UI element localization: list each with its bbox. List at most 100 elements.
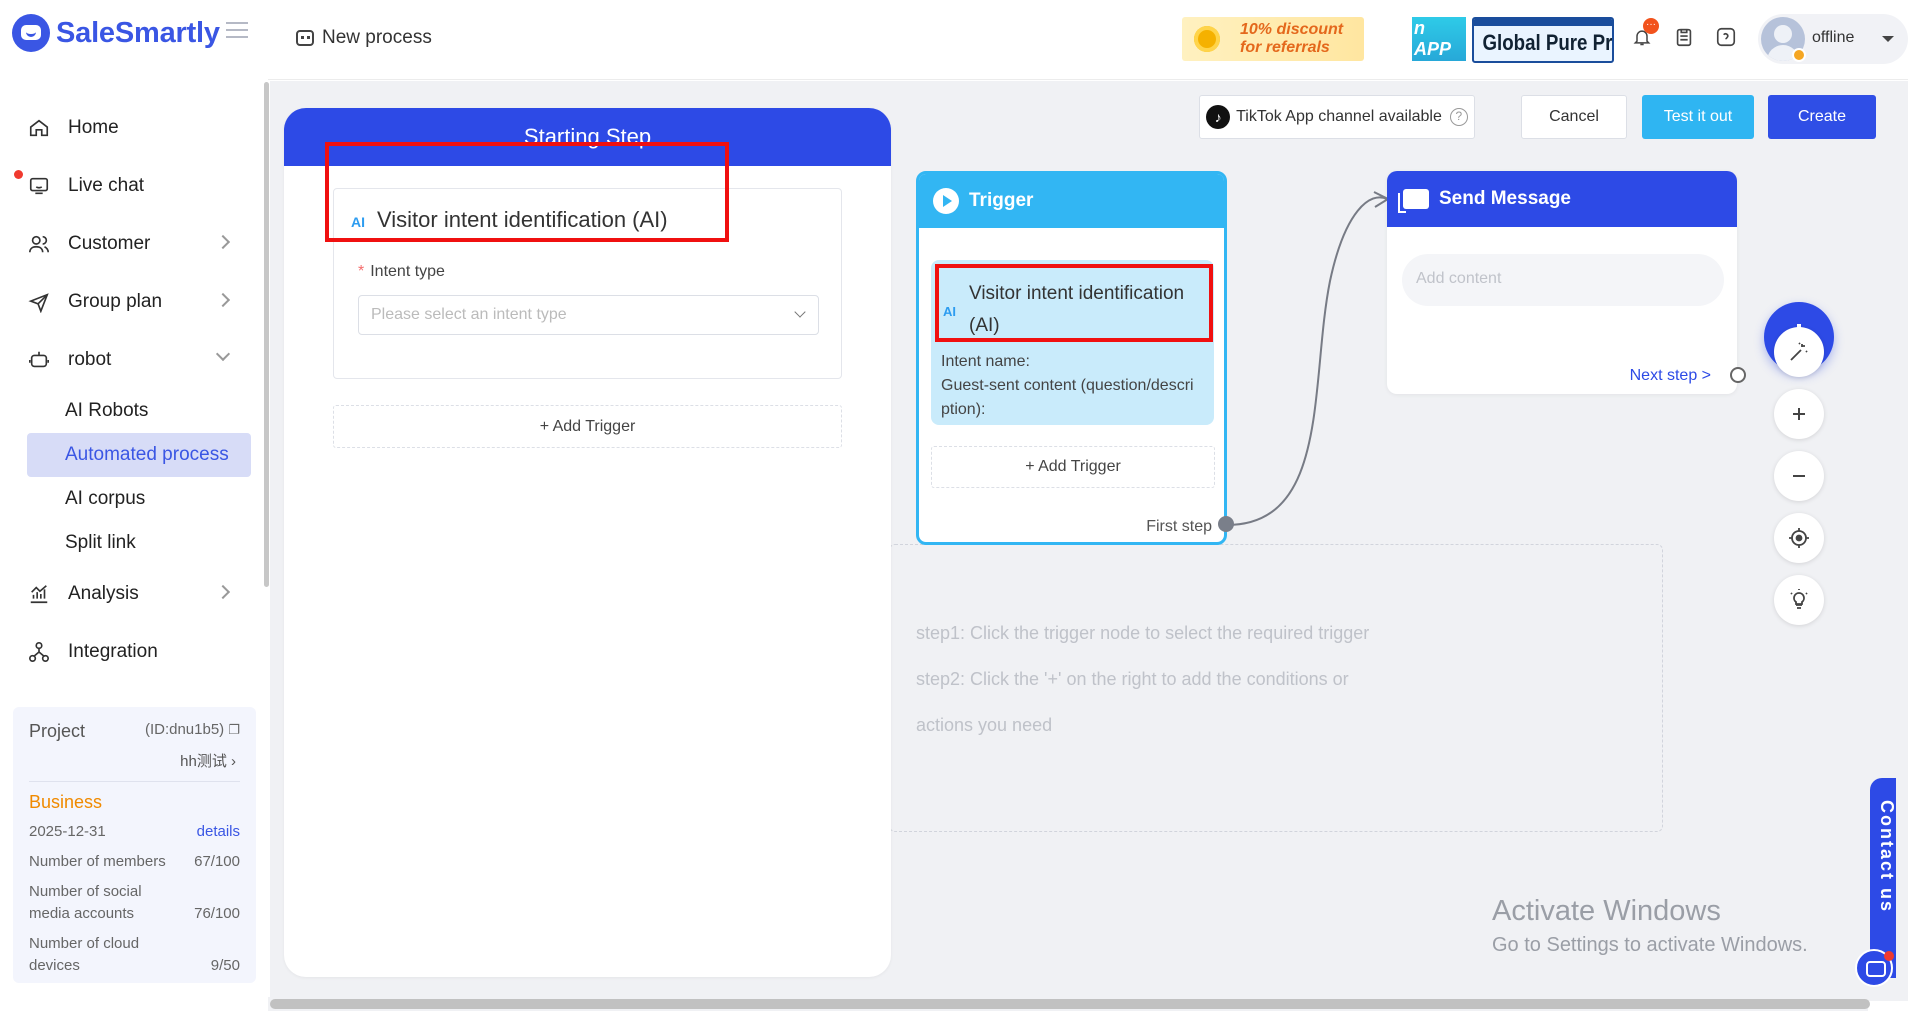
tiktok-channel-button[interactable]: ♪ TikTok App channel available ? [1199,95,1475,139]
hint-step1: step1: Click the trigger node to select … [916,623,1370,643]
coin-icon [1194,26,1220,52]
robot-icon [296,30,314,46]
add-trigger-button[interactable]: + Add Trigger [333,405,842,448]
help-icon[interactable] [1715,26,1737,48]
sidebar-subitem-automated-process[interactable]: Automated process [27,433,251,477]
sidebar-subitem-ai-corpus[interactable]: AI corpus [0,477,268,521]
plan-expiry: 2025-12-31 [29,823,106,840]
horizontal-scroll-thumb[interactable] [270,999,1870,1009]
status-dot [1792,48,1806,62]
trigger-node-header: Trigger [919,174,1224,228]
intent-type-select[interactable]: Please select an intent type [358,295,819,335]
logo[interactable]: SaleSmartly [12,14,220,52]
highlight-frame [325,142,729,242]
page-title: New process [296,27,432,49]
logo-icon [12,14,50,52]
chat-icon [28,175,50,197]
top-header: New process 10% discount for referrals n … [268,0,1908,80]
chat-alert-dot [1884,951,1894,961]
live-chat-alert-dot [14,170,23,179]
cloud-devices-label: Number of cloud devices [29,935,140,974]
cloud-devices-value: 9/50 [210,957,240,974]
sidebar-item-integration[interactable]: Integration [0,623,268,681]
sidebar-item-customer[interactable]: Customer [0,215,268,273]
windows-activation-watermark: Activate Windows Go to Settings to activ… [1492,895,1808,956]
plan-name: Business [29,792,103,812]
menu-collapse-icon[interactable] [226,22,248,38]
chevron-right-icon [215,234,231,250]
project-id[interactable]: (ID:dnu1b5) ❐ [145,721,240,742]
chevron-down-icon [794,306,806,318]
integration-icon [28,641,50,663]
zoom-in-button[interactable] [1774,389,1824,439]
sidebar-item-label: Live chat [68,175,145,196]
global-pure-banner[interactable]: Global Pure Pr [1472,17,1614,63]
create-button[interactable]: Create [1768,95,1876,139]
sidebar-item-live-chat[interactable]: Live chat [0,157,268,215]
sidebar: SaleSmartly Home Live chat Customer Grou… [0,0,269,1011]
sidebar-item-home[interactable]: Home [0,99,268,157]
output-port[interactable] [1218,516,1234,532]
sidebar-item-analysis[interactable]: Analysis [0,565,268,623]
question-icon[interactable]: ? [1449,108,1468,126]
project-card: Project (ID:dnu1b5) ❐ hh测试 › Business 20… [13,707,256,983]
sidebar-item-group-plan[interactable]: Group plan [0,273,268,331]
home-icon [28,117,50,139]
sidebar-item-label: Customer [68,233,151,254]
user-status: offline [1812,29,1855,46]
minus-icon [1793,475,1805,477]
first-step-label: First step [1146,518,1212,535]
social-accounts-value: 76/100 [194,905,240,922]
chevron-right-icon: › [231,753,236,770]
sidebar-nav: Home Live chat Customer Group plan robot… [0,99,268,681]
magic-wand-icon [1790,342,1808,361]
sidebar-scrollbar[interactable] [264,82,269,587]
zoom-out-button[interactable] [1774,451,1824,501]
app-banner[interactable]: n APP [1412,17,1466,61]
sidebar-item-label: Analysis [68,583,139,604]
logo-text: SaleSmartly [56,16,220,49]
trigger-node[interactable]: Trigger AI Visitor intent identification… [916,171,1227,545]
copy-icon: ❐ [228,722,240,737]
send-message-node[interactable]: Send Message Add content Next step > [1387,171,1737,394]
test-button[interactable]: Test it out [1642,95,1754,139]
hint-step2-cont: actions you need [916,715,1053,735]
sidebar-item-label: robot [68,349,112,370]
clipboard-icon[interactable] [1673,26,1695,48]
next-step-port[interactable] [1730,367,1746,383]
message-icon [1398,189,1429,213]
members-label: Number of members [29,853,166,870]
horizontal-scrollbar[interactable] [268,997,1870,1011]
next-step-link[interactable]: Next step > [1630,367,1711,385]
locate-button[interactable] [1774,513,1824,563]
user-menu[interactable]: offline [1758,14,1908,64]
add-trigger-button[interactable]: + Add Trigger [931,446,1215,488]
hint-step2: step2: Click the '+' on the right to add… [916,669,1349,689]
chevron-down-icon [215,346,231,362]
referral-banner[interactable]: 10% discount for referrals [1182,17,1364,61]
locate-icon [1789,528,1809,548]
tips-button[interactable] [1774,575,1824,625]
users-icon [28,233,50,255]
intent-type-label: Intent type [358,263,445,281]
chart-icon [28,583,50,605]
project-label: Project [29,721,86,741]
sidebar-subitem-ai-robots[interactable]: AI Robots [0,389,268,433]
sidebar-subitem-split-link[interactable]: Split link [0,521,268,565]
vertical-scrollbar[interactable] [1896,81,1908,997]
sidebar-item-label: Integration [68,641,158,662]
trigger-card-details: Intent name: Guest-sent content (questio… [941,353,1194,418]
chevron-right-icon [215,584,231,600]
notification-badge: ··· [1643,18,1659,34]
project-name[interactable]: hh测试 › [29,750,240,771]
lightbulb-icon [1790,589,1808,609]
sidebar-item-robot[interactable]: robot [0,331,268,389]
details-link[interactable]: details [197,821,240,843]
tiktok-icon: ♪ [1206,105,1231,129]
add-content-field[interactable]: Add content [1402,254,1724,306]
cancel-button[interactable]: Cancel [1521,95,1627,139]
sidebar-item-label: Home [68,117,119,138]
play-icon [933,188,959,214]
magic-wand-button[interactable] [1774,327,1824,377]
flow-canvas[interactable]: ♪ TikTok App channel available ? Cancel … [270,81,1908,1001]
